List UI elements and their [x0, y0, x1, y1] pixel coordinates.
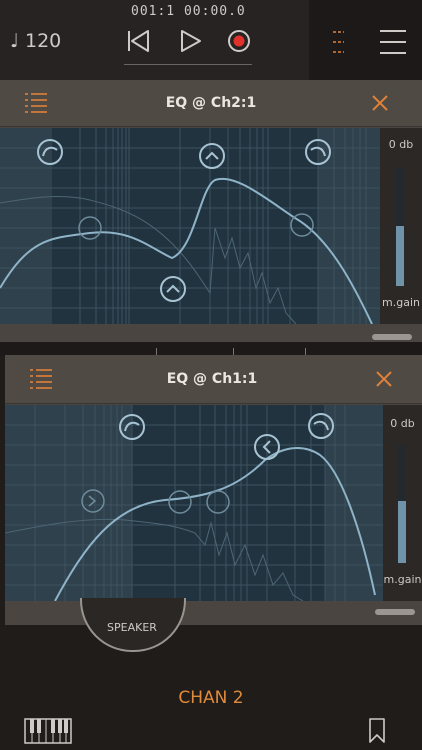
list-icon[interactable]: [24, 92, 48, 114]
resize-handle[interactable]: [375, 609, 415, 615]
record-icon[interactable]: [224, 26, 254, 56]
channel-label[interactable]: CHAN 2: [0, 688, 422, 708]
gain-meter[interactable]: 0 db m.gain: [380, 128, 422, 324]
close-icon[interactable]: [372, 95, 388, 111]
eq-panel-ch2: EQ @ Ch2:1 0 db m.gain: [0, 80, 422, 342]
list-icon[interactable]: [29, 368, 53, 390]
meter-fill: [396, 226, 404, 286]
db-label: 0 db: [390, 417, 415, 430]
eq-graph[interactable]: [5, 405, 383, 601]
eq-panel-ch1: EQ @ Ch1:1 0 db m.gain: [5, 355, 422, 625]
panel-title: EQ @ Ch1:1: [166, 371, 258, 387]
speaker-label: SPEAKER: [107, 621, 157, 634]
meter-fill: [398, 501, 406, 563]
skip-back-icon[interactable]: [124, 26, 154, 56]
tempo-display[interactable]: ♩ 120: [10, 30, 61, 52]
tracks-icon[interactable]: [330, 28, 348, 56]
hamburger-menu-icon[interactable]: [378, 28, 408, 56]
panel-title: EQ @ Ch2:1: [165, 95, 257, 111]
keyboard-icon[interactable]: [24, 718, 72, 744]
position-counter: 001:1 00:00.0: [131, 4, 246, 19]
gain-label: m.gain: [382, 296, 420, 309]
gain-meter[interactable]: 0 db m.gain: [383, 405, 422, 601]
bookmark-icon[interactable]: [368, 718, 386, 744]
play-icon[interactable]: [176, 26, 206, 56]
mixer-strip: [0, 340, 422, 356]
close-icon[interactable]: [376, 371, 392, 387]
eq-graph[interactable]: [0, 128, 380, 324]
db-label: 0 db: [388, 138, 414, 151]
resize-handle[interactable]: [372, 334, 412, 340]
counter-underline: [124, 64, 252, 65]
gain-label: m.gain: [383, 573, 422, 586]
